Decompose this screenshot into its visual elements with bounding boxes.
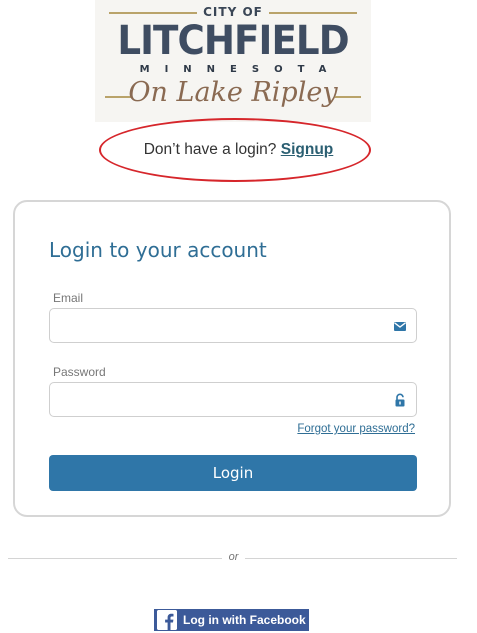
envelope-icon <box>393 319 407 333</box>
login-card: Login to your account Email Password For… <box>13 200 451 517</box>
city-logo: CITY OF LITCHFIELD MINNESOTA On Lake Rip… <box>95 0 371 122</box>
logo-rule <box>269 12 357 14</box>
facebook-login-button[interactable]: Log in with Facebook <box>154 609 309 631</box>
facebook-icon <box>157 610 177 630</box>
login-button[interactable]: Login <box>49 455 417 491</box>
unlock-icon <box>393 393 407 407</box>
or-divider: or <box>0 551 477 567</box>
logo-rule <box>335 96 361 98</box>
signup-link[interactable]: Signup <box>281 141 334 158</box>
facebook-login-label: Log in with Facebook <box>183 613 306 627</box>
password-label: Password <box>53 365 106 379</box>
divider-line <box>245 558 457 559</box>
password-input[interactable] <box>50 383 390 416</box>
email-label: Email <box>53 291 84 305</box>
divider-line <box>8 558 222 559</box>
logo-name: LITCHFIELD <box>117 18 349 64</box>
signup-line: Don’t have a login? Signup <box>0 141 477 159</box>
email-input[interactable] <box>50 309 390 342</box>
forgot-password-link[interactable]: Forgot your password? <box>297 423 415 435</box>
email-field[interactable] <box>49 308 417 343</box>
logo-state: MINNESOTA <box>139 64 342 75</box>
or-label: or <box>228 551 239 563</box>
login-title: Login to your account <box>49 238 267 262</box>
logo-tagline: On Lake Ripley <box>128 77 338 108</box>
logo-city-of-row: CITY OF <box>95 5 371 19</box>
password-field[interactable] <box>49 382 417 417</box>
signup-prompt: Don’t have a login? <box>143 141 277 158</box>
